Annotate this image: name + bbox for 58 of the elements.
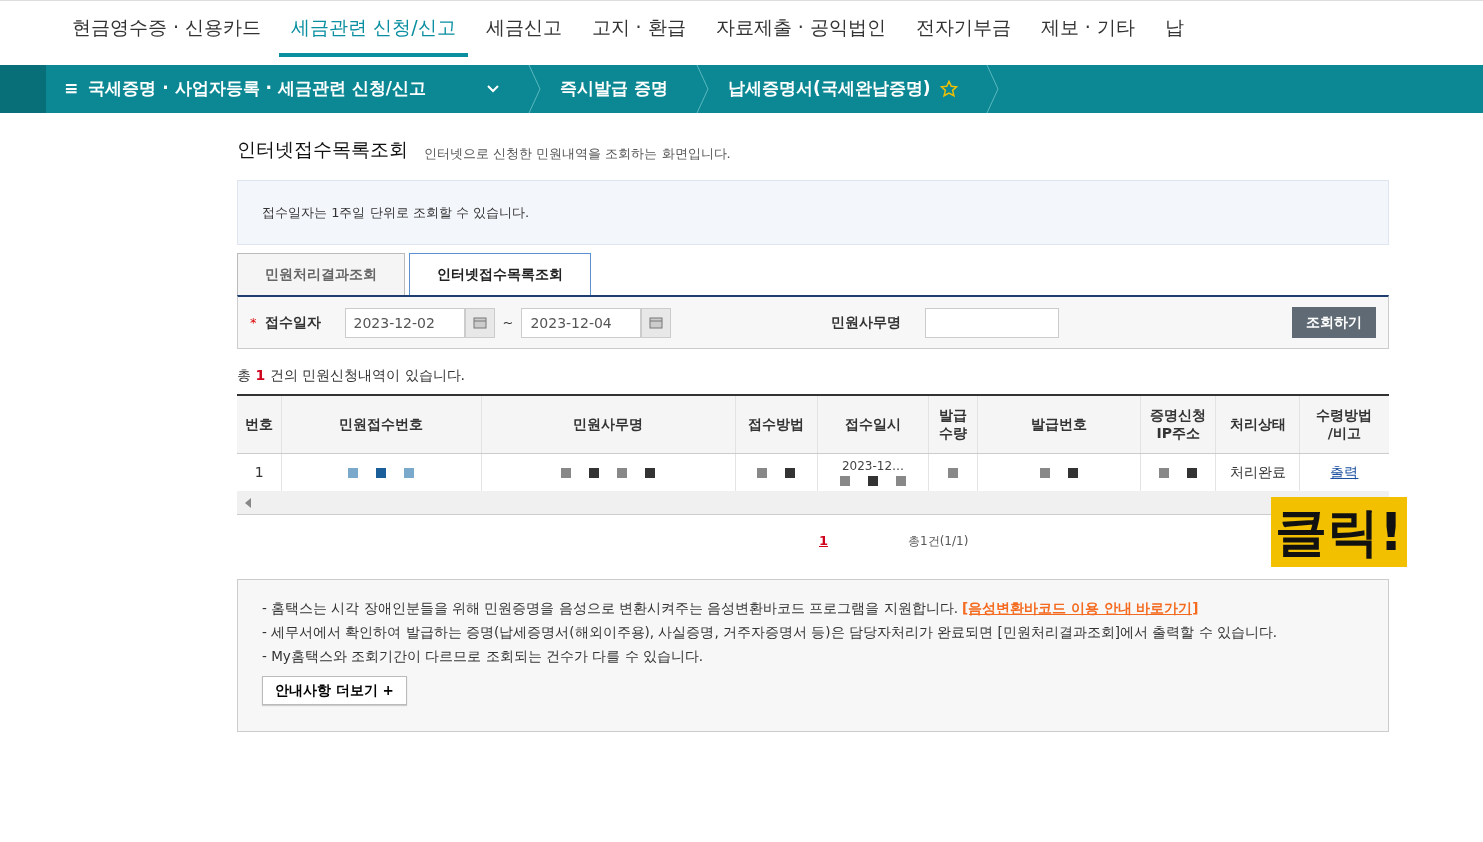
field-label: 접수일자 — [264, 313, 321, 332]
column-header: 번호 — [237, 395, 282, 453]
page-total: 총1건(1/1) — [908, 532, 969, 550]
breadcrumb-home-block — [0, 65, 46, 113]
star-icon[interactable] — [940, 80, 959, 98]
nav-tab[interactable]: 전자기부금 — [903, 1, 1023, 57]
calendar-icon — [472, 316, 487, 329]
table-cell: 처리완료 — [1229, 463, 1286, 480]
info-text: - 홈택스는 시각 장애인분들을 위해 민원증명을 음성으로 변환시켜주는 음성변환바코드 프로그램을 지원합니다. — [262, 599, 959, 616]
column-header: 처리상태 — [1215, 395, 1300, 453]
date-field[interactable]: 2023-12-04 — [521, 307, 642, 338]
notice-text: 접수일자는 1주일 단위로 조회할 수 있습니다. — [262, 204, 530, 220]
breadcrumb-item[interactable]: ≡ 국세증명 · 사업자등록 · 세금관련 신청/신고 — [46, 65, 528, 113]
calendar-button[interactable] — [464, 307, 495, 338]
column-header: 증명신청 IP주소 — [1140, 395, 1216, 453]
calendar-icon — [649, 316, 664, 329]
info-text: - My홈택스와 조회기간이 다르므로 조회되는 건수가 다를 수 있습니다. — [262, 648, 704, 664]
column-header: 민원사무명 — [481, 395, 736, 453]
breadcrumb-separator-icon — [527, 65, 542, 113]
chevron-down-icon — [485, 84, 500, 94]
table-cell: 2023-12… — [841, 458, 905, 473]
breadcrumb-item[interactable]: 납세증명서(국세완납증명) — [709, 65, 987, 113]
nav-tab[interactable]: 제보 · 기타 — [1028, 1, 1147, 57]
tab[interactable]: 민원처리결과조회 — [237, 253, 405, 295]
column-header: 발급번호 — [977, 395, 1141, 453]
nav-tab[interactable]: 세금관련 신청/신고 — [279, 1, 468, 57]
date-field[interactable]: 2023-12-02 — [344, 307, 465, 338]
tab[interactable]: 인터넷접수목록조회 — [409, 253, 591, 295]
column-header: 민원접수번호 — [281, 395, 482, 453]
column-header: 접수일시 — [817, 395, 929, 453]
more-button[interactable]: 안내사항 더보기 + — [262, 676, 407, 705]
print-link[interactable]: 출력 — [1330, 463, 1359, 480]
result-summary: 총 1 건의 민원신청내역이 있습니다. — [237, 366, 466, 385]
breadcrumb-separator-icon — [986, 65, 1001, 113]
column-header: 접수방법 — [735, 395, 818, 453]
calendar-button[interactable] — [641, 307, 672, 338]
breadcrumb-item[interactable]: 즉시발급 증명 — [541, 65, 696, 113]
table-cell: 1 — [254, 463, 264, 480]
range-separator: ~ — [502, 313, 514, 332]
office-name-field[interactable] — [925, 307, 1060, 338]
page-link[interactable]: 1 — [819, 531, 829, 551]
info-text: - 세무서에서 확인하여 발급하는 증명(납세증명서(해외이주용), 사실증명, 거주자증명서 등)은 담당자처리가 완료되면 [민원처리결과조회]에서 출력할 수 있습니다. — [262, 623, 1278, 640]
column-header: 수령방법 /비고 — [1299, 395, 1389, 453]
required-mark: * — [250, 313, 257, 332]
nav-tab[interactable]: 세금신고 — [473, 1, 574, 57]
nav-tab[interactable]: 고지 · 환급 — [579, 1, 698, 57]
column-header: 발급 수량 — [928, 395, 978, 453]
scroll-left-icon[interactable] — [245, 497, 251, 508]
field-label: 민원사무명 — [831, 313, 902, 332]
nav-tab[interactable]: 납 — [1152, 1, 1196, 57]
click-callout: 클릭! — [1271, 497, 1407, 567]
breadcrumb-separator-icon — [695, 65, 710, 113]
page-description: 인터넷으로 신청한 민원내역을 조회하는 화면입니다. — [424, 145, 731, 163]
nav-tab[interactable]: 자료제출 · 공익법인 — [703, 1, 898, 57]
nav-tab[interactable]: 현금영수증 · 신용카드 — [60, 1, 274, 57]
menu-icon: ≡ — [64, 76, 79, 102]
page-title: 인터넷접수목록조회 — [237, 137, 408, 162]
search-button[interactable]: 조회하기 — [1292, 307, 1376, 338]
